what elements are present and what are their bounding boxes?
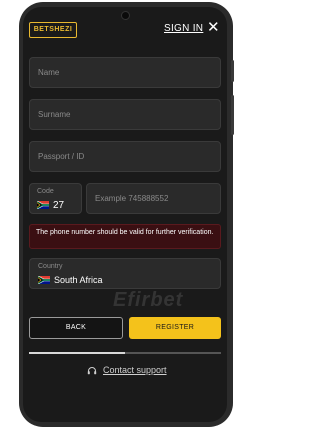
- surname-field[interactable]: Surname: [29, 99, 221, 130]
- back-button[interactable]: BACK: [29, 317, 123, 339]
- name-field[interactable]: Name: [29, 57, 221, 88]
- country-label: Country: [38, 263, 63, 270]
- passport-id-placeholder: Passport / ID: [38, 152, 85, 161]
- phone-side-button: [231, 60, 234, 82]
- top-bar: BETSHEZI SIGN IN ✕: [23, 20, 227, 45]
- contact-support-link[interactable]: Contact support: [103, 365, 167, 375]
- south-africa-flag-icon: [37, 201, 49, 209]
- front-camera: [121, 11, 130, 20]
- name-placeholder: Name: [38, 68, 60, 77]
- progress-divider-remaining: [125, 352, 221, 354]
- watermark: Efirbet: [113, 289, 184, 311]
- country-select[interactable]: Country South Africa: [29, 258, 221, 289]
- register-button[interactable]: REGISTER: [129, 317, 221, 339]
- brand-logo[interactable]: BETSHEZI: [29, 22, 77, 38]
- app-screen: BETSHEZI SIGN IN ✕ Name Surname Passport…: [23, 7, 227, 422]
- sign-in-link[interactable]: SIGN IN: [164, 23, 203, 34]
- close-icon[interactable]: ✕: [207, 20, 220, 36]
- south-africa-flag-icon: [38, 276, 50, 284]
- surname-placeholder: Surname: [38, 110, 71, 119]
- country-code-select[interactable]: Code 27: [29, 183, 82, 214]
- progress-divider-done: [29, 352, 125, 354]
- phone-error-message: The phone number should be valid for fur…: [29, 224, 221, 249]
- phone-side-button: [231, 95, 234, 135]
- phone-number-placeholder: Example 745888552: [95, 194, 169, 203]
- code-value: 27: [53, 200, 65, 211]
- code-label: Code: [37, 188, 54, 195]
- phone-number-input[interactable]: Example 745888552: [86, 183, 221, 214]
- headset-icon: [87, 367, 97, 375]
- passport-id-field[interactable]: Passport / ID: [29, 141, 221, 172]
- country-value: South Africa: [54, 275, 103, 285]
